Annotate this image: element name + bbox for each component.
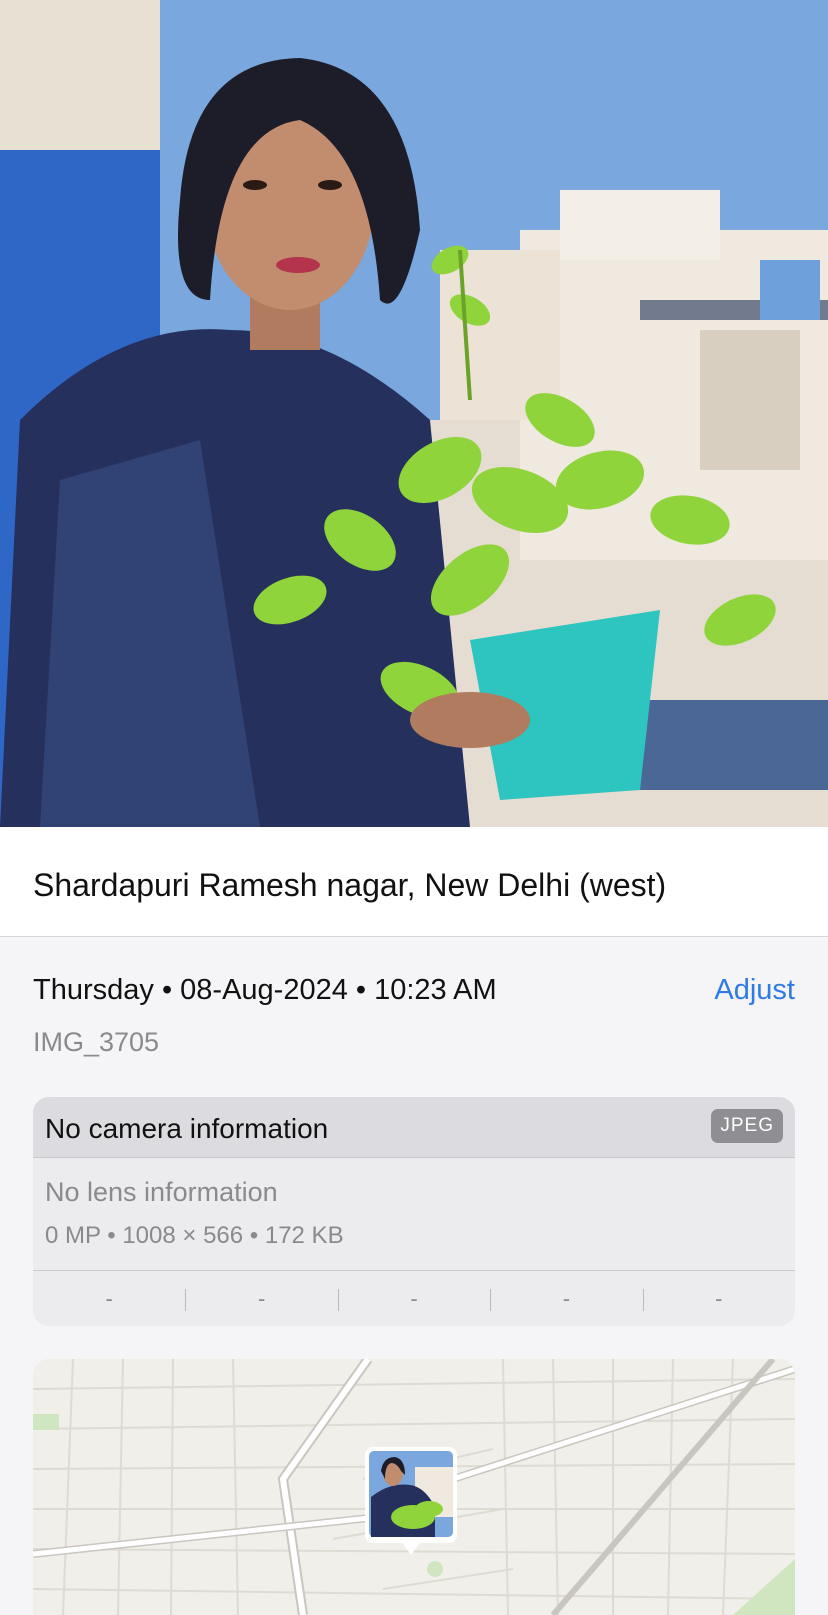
metadata-panel: Thursday • 08-Aug-2024 • 10:23 AM Adjust… [0, 937, 828, 1615]
image-specs: 0 MP • 1008 × 566 • 172 KB [45, 1222, 344, 1249]
exif-iso: - [105, 1286, 113, 1311]
photo-thumbnail-pin [365, 1447, 457, 1555]
exif-exposure: - [337, 1271, 490, 1326]
exif-focal-length: - [185, 1271, 337, 1326]
camera-info-card: No camera information JPEG No lens infor… [33, 1097, 795, 1326]
filename-label: IMG_3705 [33, 1027, 160, 1057]
exif-row: - - - - - [33, 1270, 795, 1326]
photo-image [0, 0, 828, 827]
location-map[interactable] [33, 1359, 795, 1615]
exif-shutter: - [642, 1271, 795, 1326]
photo-viewer[interactable] [0, 0, 828, 827]
lens-label: No lens information [45, 1177, 278, 1207]
format-badge: JPEG [711, 1109, 783, 1143]
map-photo-pin[interactable] [365, 1447, 457, 1555]
camera-info-header: No camera information JPEG [33, 1097, 795, 1158]
camera-label: No camera information [45, 1113, 329, 1144]
exif-aperture: - [490, 1271, 642, 1326]
location-caption[interactable]: Shardapuri Ramesh nagar, New Delhi (west… [33, 867, 666, 904]
date-time-label: Thursday • 08-Aug-2024 • 10:23 AM [33, 974, 497, 1006]
caption-bar[interactable]: Shardapuri Ramesh nagar, New Delhi (west… [0, 827, 828, 937]
adjust-button[interactable]: Adjust [714, 974, 795, 1007]
